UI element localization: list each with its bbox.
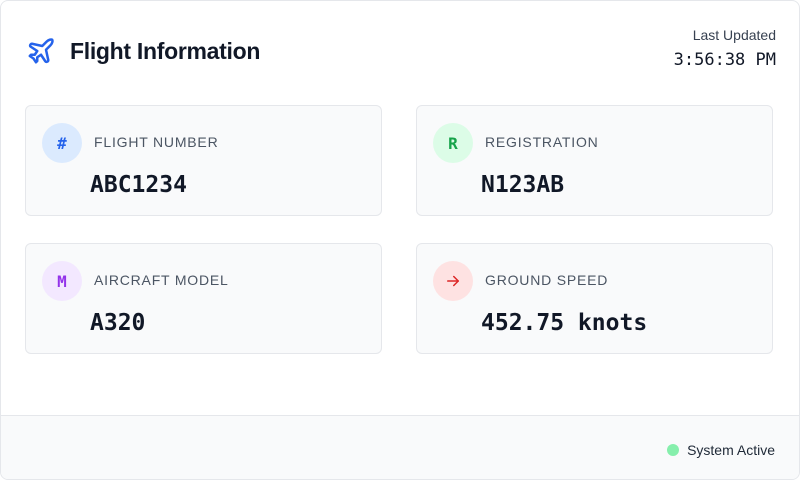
title-group: Flight Information <box>25 35 260 67</box>
status-text: System Active <box>687 442 775 458</box>
flight-number-card: # Flight Number ABC1234 <box>25 105 382 216</box>
header: Flight Information Last Updated 3:56:38 … <box>25 25 776 75</box>
flight-number-value: ABC1234 <box>90 172 187 198</box>
page-title: Flight Information <box>70 37 261 64</box>
registration-label: Registration <box>485 134 599 150</box>
arrow-right-icon <box>433 261 473 301</box>
last-updated-time: 3:56:38 PM <box>673 50 776 70</box>
aircraft-model-card: M Aircraft Model A320 <box>25 243 382 354</box>
status-dot-icon <box>667 444 680 456</box>
hash-icon: # <box>42 123 82 163</box>
registration-icon: R <box>433 123 473 163</box>
ground-speed-label: Ground Speed <box>485 272 609 288</box>
model-icon: M <box>42 261 82 301</box>
flight-number-label: Flight Number <box>94 134 219 150</box>
system-status: System Active <box>667 442 775 458</box>
registration-card: R Registration N123AB <box>416 105 773 216</box>
airplane-icon <box>25 35 57 67</box>
aircraft-model-value: A320 <box>90 310 146 336</box>
registration-value: N123AB <box>481 172 565 198</box>
ground-speed-value: 452.75 knots <box>481 310 648 336</box>
aircraft-model-label: Aircraft Model <box>94 272 229 288</box>
flight-info-panel: Flight Information Last Updated 3:56:38 … <box>0 0 800 480</box>
footer: System Active <box>1 415 799 479</box>
ground-speed-card: Ground Speed 452.75 knots <box>416 243 773 354</box>
last-updated-label: Last Updated <box>692 27 776 43</box>
last-updated: Last Updated 3:56:38 PM <box>674 25 776 71</box>
